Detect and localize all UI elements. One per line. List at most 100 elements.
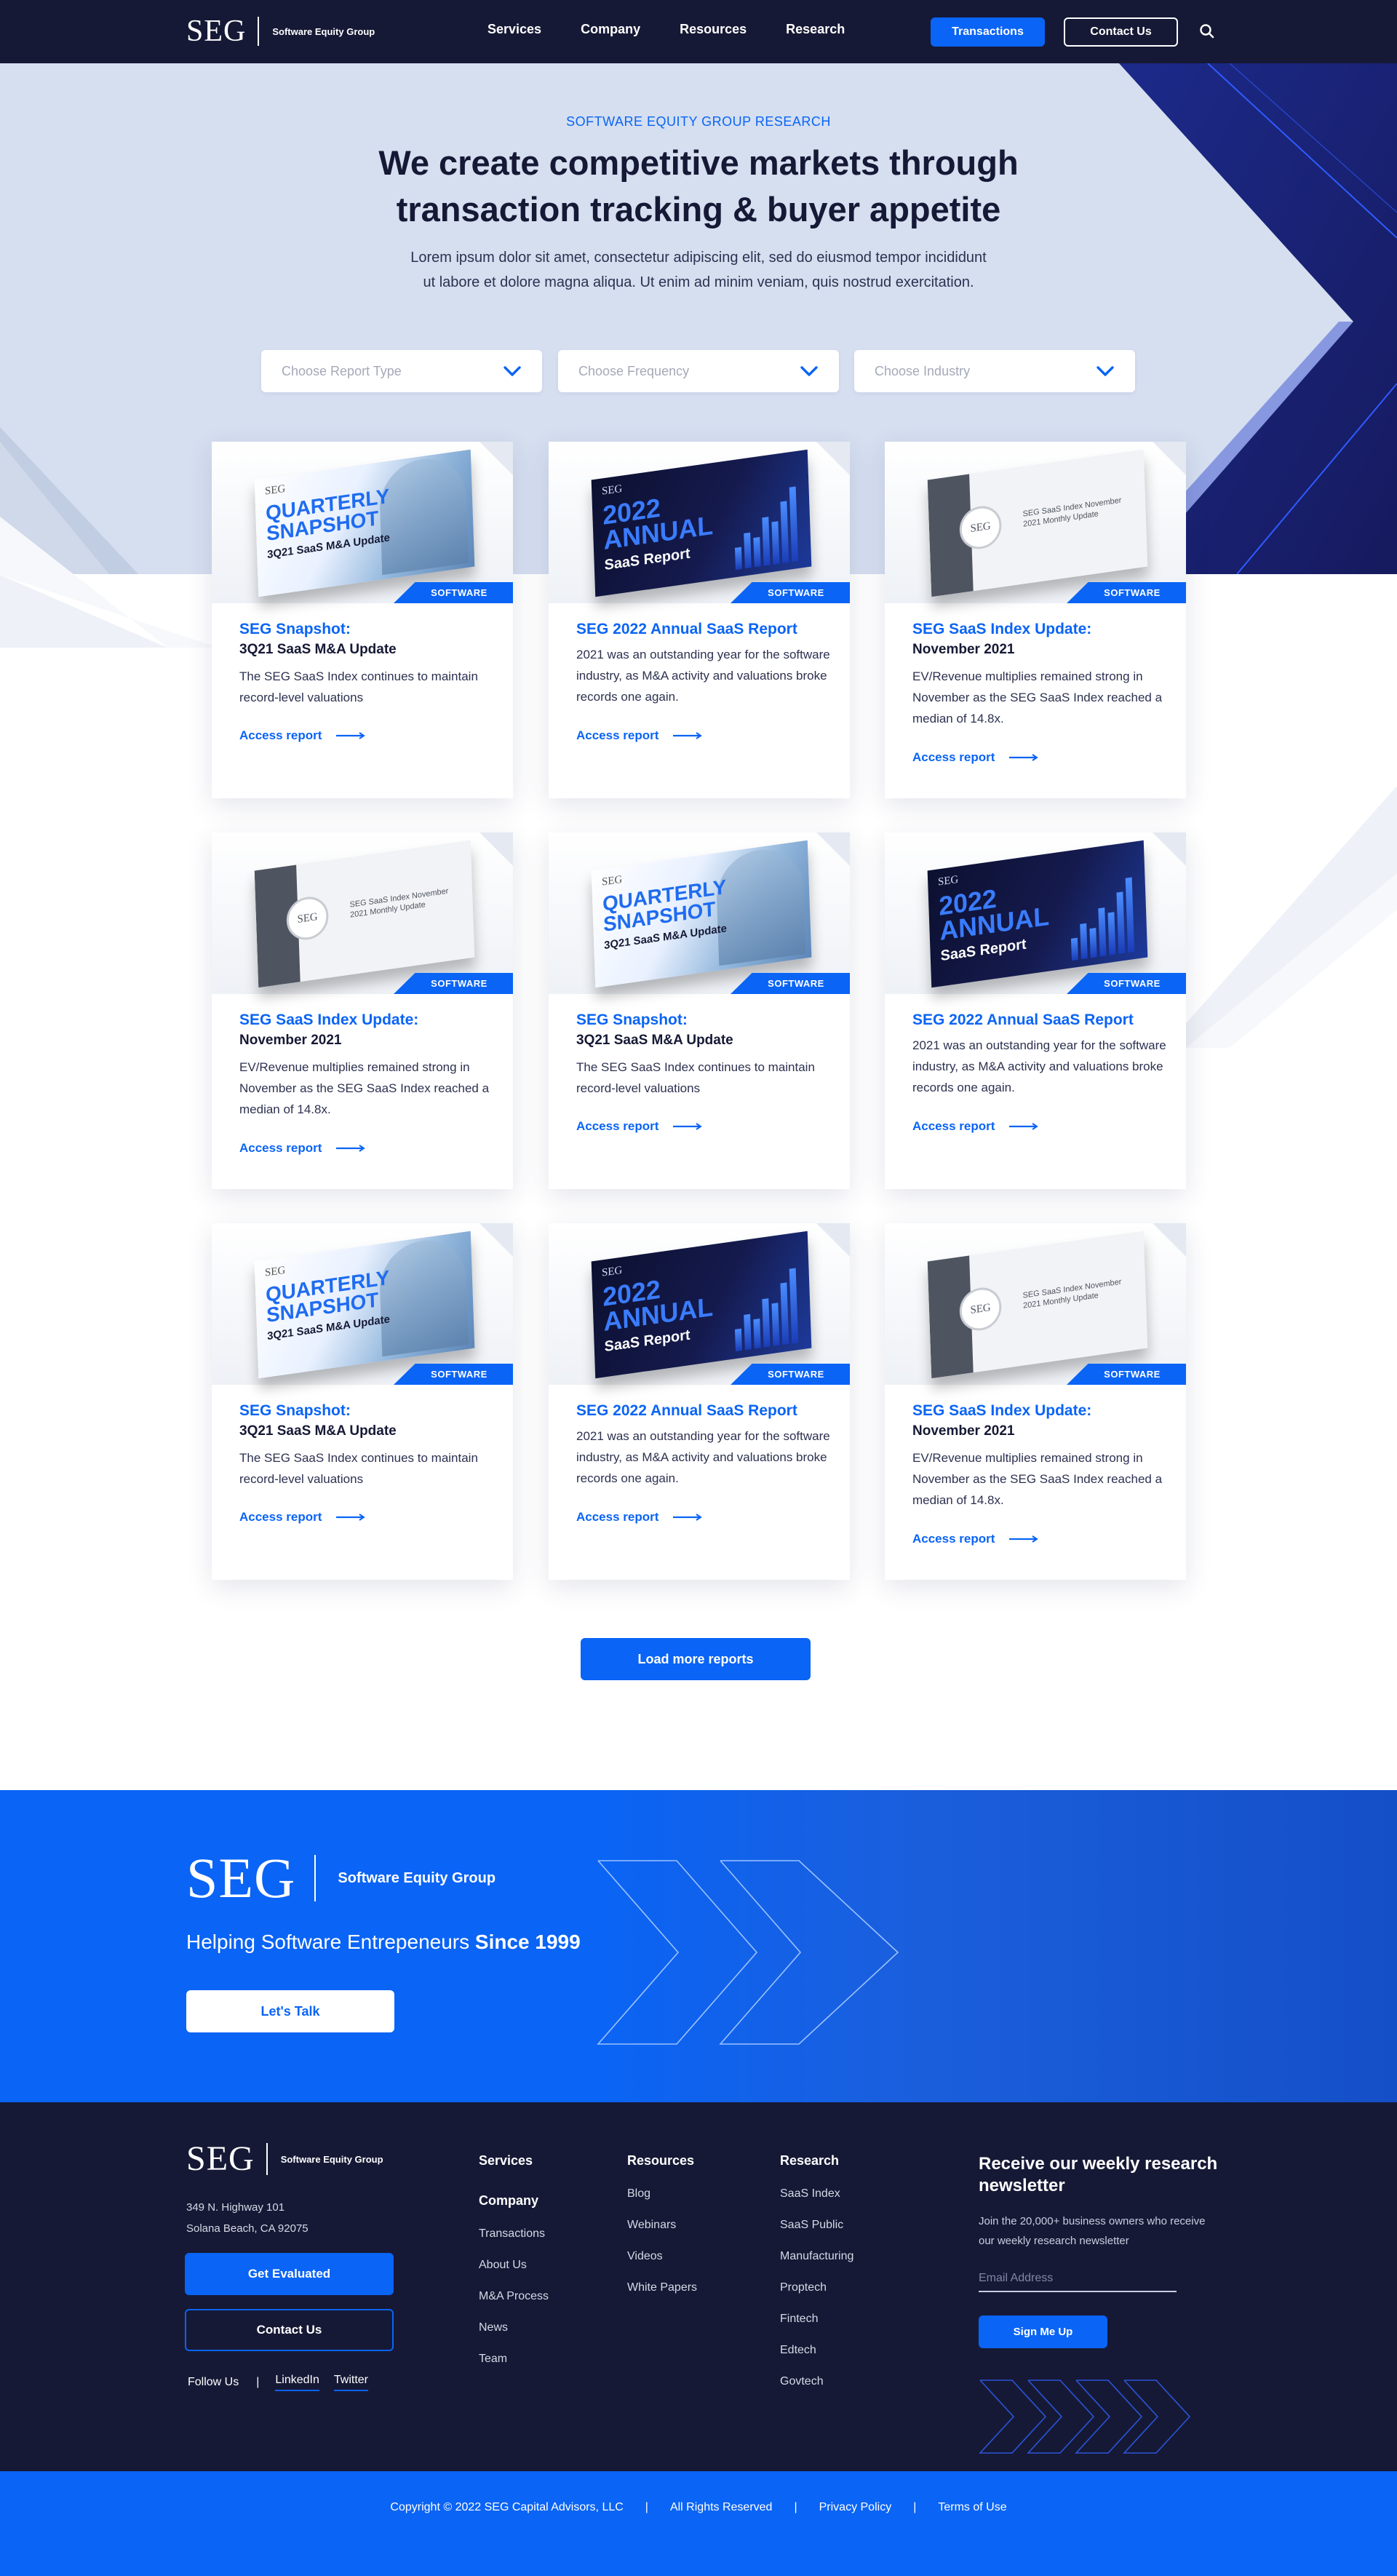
- hero-eyebrow: SOFTWARE EQUITY GROUP RESEARCH: [566, 114, 831, 129]
- footer-link-manufacturing[interactable]: Manufacturing: [780, 2250, 853, 2263]
- card-title[interactable]: SEG 2022 Annual SaaS Report: [576, 1400, 831, 1422]
- footer-link-transactions[interactable]: Transactions: [479, 2227, 545, 2241]
- footer-services-heading[interactable]: Services: [479, 2153, 533, 2168]
- cover-logo: SEG: [937, 873, 959, 889]
- card-description: The SEG SaaS Index continues to maintain…: [239, 1451, 478, 1486]
- arrow-right-icon: [673, 732, 703, 739]
- copyright-bar: Copyright © 2022 SEG Capital Advisors, L…: [0, 2471, 1397, 2576]
- card-media: SEG 2022 ANNUAL SaaS Report: [549, 442, 850, 603]
- footer-link-news[interactable]: News: [479, 2321, 508, 2334]
- link-label: Access report: [576, 1119, 659, 1133]
- footer-link-videos[interactable]: Videos: [627, 2250, 663, 2263]
- privacy-policy-link[interactable]: Privacy Policy: [819, 2501, 892, 2576]
- footer-link-govtech[interactable]: Govtech: [780, 2375, 824, 2388]
- sign-up-button[interactable]: Sign Me Up: [979, 2315, 1107, 2348]
- link-label: Access report: [239, 728, 322, 742]
- report-type-dropdown[interactable]: Choose Report Type: [261, 350, 542, 392]
- logo-mark: SEG: [186, 2139, 255, 2178]
- right-decoration: [1164, 786, 1397, 1048]
- search-icon[interactable]: [1199, 23, 1215, 39]
- link-label: Access report: [576, 728, 659, 742]
- access-report-link[interactable]: Access report: [912, 750, 1039, 765]
- linkedin-link[interactable]: LinkedIn: [275, 2374, 319, 2391]
- card-media: SEG QUARTERLY SNAPSHOT 3Q21 SaaS M&A Upd…: [212, 1223, 513, 1385]
- cta-tagline: Helping Software Entrepeneurs Since 1999: [186, 1931, 581, 1954]
- access-report-link[interactable]: Access report: [576, 1119, 703, 1134]
- tagline-text: Helping Software Entrepeneurs: [186, 1931, 475, 1953]
- card-description: EV/Revenue multiplies remained strong in…: [239, 1060, 490, 1116]
- card-title[interactable]: SEG SaaS Index Update:: [912, 619, 1167, 640]
- report-card[interactable]: SEG QUARTERLY SNAPSHOT 3Q21 SaaS M&A Upd…: [212, 1223, 513, 1580]
- footer-link-proptech[interactable]: Proptech: [780, 2281, 827, 2294]
- access-report-link[interactable]: Access report: [239, 1510, 366, 1524]
- contact-us-button[interactable]: Contact Us: [1064, 17, 1178, 47]
- footer-link-ma-process[interactable]: M&A Process: [479, 2290, 549, 2303]
- nav-services[interactable]: Services: [487, 22, 541, 37]
- card-media: SEG SEG SaaS Index November 2021 Monthly…: [885, 442, 1186, 603]
- footer-link-team[interactable]: Team: [479, 2353, 507, 2366]
- card-subtitle: November 2021: [912, 642, 1015, 657]
- report-card[interactable]: SEG QUARTERLY SNAPSHOT 3Q21 SaaS M&A Upd…: [549, 832, 850, 1189]
- access-report-link[interactable]: Access report: [576, 728, 703, 743]
- card-corner-fold: [479, 442, 513, 475]
- card-title[interactable]: SEG Snapshot:: [576, 1009, 831, 1031]
- report-card[interactable]: SEG 2022 ANNUAL SaaS Report SOFTWARE SEG…: [885, 832, 1186, 1189]
- tagline-emphasis: Since 1999: [474, 1931, 581, 1953]
- access-report-link[interactable]: Access report: [239, 1141, 366, 1156]
- footer-link-saas-public[interactable]: SaaS Public: [780, 2219, 843, 2232]
- cover-bar-graphic: [733, 486, 799, 571]
- card-title[interactable]: SEG Snapshot:: [239, 1400, 494, 1422]
- card-title[interactable]: SEG SaaS Index Update:: [239, 1009, 494, 1031]
- nav-company[interactable]: Company: [581, 22, 640, 37]
- link-label: Access report: [912, 1119, 995, 1133]
- card-description: The SEG SaaS Index continues to maintain…: [239, 669, 478, 704]
- card-title[interactable]: SEG Snapshot:: [239, 619, 494, 640]
- report-card[interactable]: SEG SEG SaaS Index November 2021 Monthly…: [885, 442, 1186, 798]
- footer-link-white-papers[interactable]: White Papers: [627, 2281, 697, 2294]
- footer-link-blog[interactable]: Blog: [627, 2187, 650, 2201]
- footer-link-about-us[interactable]: About Us: [479, 2259, 527, 2272]
- footer-contact-button[interactable]: Contact Us: [185, 2309, 394, 2351]
- card-title[interactable]: SEG 2022 Annual SaaS Report: [576, 619, 831, 640]
- transactions-button[interactable]: Transactions: [931, 17, 1045, 47]
- report-card[interactable]: SEG 2022 ANNUAL SaaS Report SOFTWARE SEG…: [549, 442, 850, 798]
- nav-resources[interactable]: Resources: [680, 22, 747, 37]
- industry-dropdown[interactable]: Choose Industry: [854, 350, 1135, 392]
- rights-text: All Rights Reserved: [669, 2501, 773, 2513]
- frequency-dropdown[interactable]: Choose Frequency: [558, 350, 839, 392]
- copyright-text: Copyright © 2022 SEG Capital Advisors, L…: [390, 2501, 624, 2513]
- footer-link-webinars[interactable]: Webinars: [627, 2219, 676, 2232]
- footer-resources-heading[interactable]: Resources: [627, 2153, 694, 2168]
- footer-link-saas-index[interactable]: SaaS Index: [780, 2187, 840, 2201]
- card-title[interactable]: SEG SaaS Index Update:: [912, 1400, 1167, 1422]
- report-card[interactable]: SEG SEG SaaS Index November 2021 Monthly…: [885, 1223, 1186, 1580]
- access-report-link[interactable]: Access report: [912, 1119, 1039, 1134]
- report-card[interactable]: SEG 2022 ANNUAL SaaS Report SOFTWARE SEG…: [549, 1223, 850, 1580]
- cover-title: 2022 ANNUAL: [602, 492, 714, 556]
- report-card[interactable]: SEG QUARTERLY SNAPSHOT 3Q21 SaaS M&A Upd…: [212, 442, 513, 798]
- footer-link-fintech[interactable]: Fintech: [780, 2313, 818, 2326]
- dropdown-placeholder: Choose Report Type: [282, 363, 402, 378]
- cover-logo: SEG: [601, 482, 623, 498]
- footer-link-edtech[interactable]: Edtech: [780, 2344, 816, 2357]
- cover-photo: [715, 843, 806, 966]
- card-corner-fold: [479, 1223, 513, 1257]
- get-evaluated-button[interactable]: Get Evaluated: [185, 2253, 394, 2295]
- email-field[interactable]: [979, 2266, 1177, 2292]
- footer-research-heading[interactable]: Research: [780, 2153, 839, 2168]
- load-more-button[interactable]: Load more reports: [581, 1638, 811, 1680]
- footer-company-heading[interactable]: Company: [479, 2193, 538, 2209]
- access-report-link[interactable]: Access report: [576, 1510, 703, 1524]
- terms-of-use-link[interactable]: Terms of Use: [938, 2501, 1006, 2576]
- site-logo[interactable]: SEG Software Equity Group: [186, 16, 375, 47]
- twitter-link[interactable]: Twitter: [333, 2374, 369, 2391]
- arrow-right-icon: [336, 732, 366, 739]
- nav-research[interactable]: Research: [786, 22, 845, 37]
- card-description: EV/Revenue multiplies remained strong in…: [912, 669, 1163, 726]
- card-title[interactable]: SEG 2022 Annual SaaS Report: [912, 1009, 1167, 1031]
- access-report-link[interactable]: Access report: [239, 728, 366, 743]
- report-card[interactable]: SEG SEG SaaS Index November 2021 Monthly…: [212, 832, 513, 1189]
- lets-talk-button[interactable]: Let's Talk: [186, 1990, 394, 2032]
- footer-logo[interactable]: SEG Software Equity Group: [186, 2142, 383, 2177]
- access-report-link[interactable]: Access report: [912, 1532, 1039, 1546]
